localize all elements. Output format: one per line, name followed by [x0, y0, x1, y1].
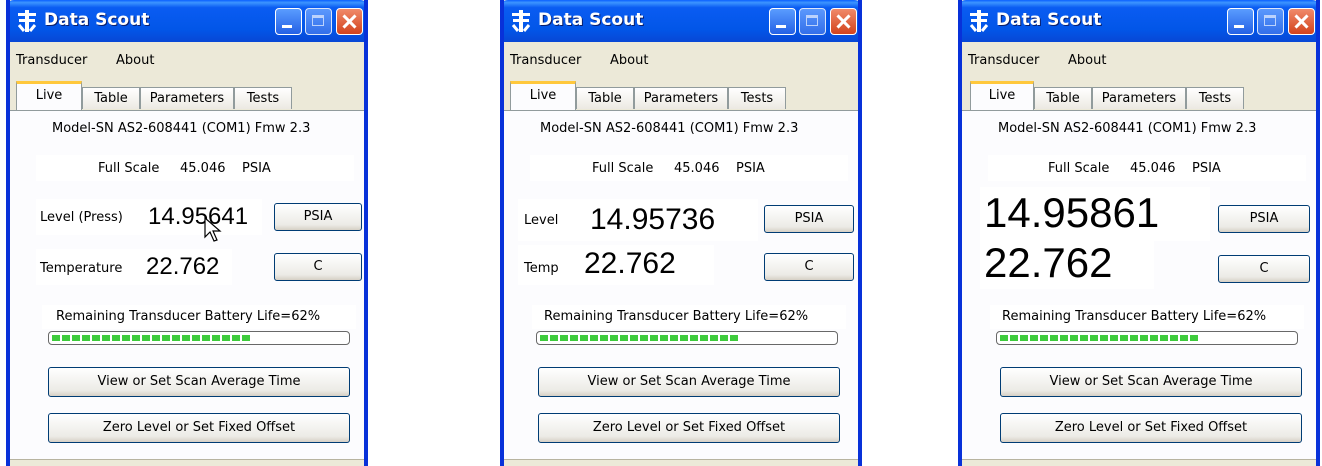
status-strip: [962, 459, 1316, 466]
temp-label: Temp: [524, 261, 559, 276]
tab-strip: Live Table Parameters Tests: [962, 78, 1316, 110]
battery-progress-bar: [536, 331, 838, 345]
full-scale-value: 45.046: [1130, 161, 1176, 176]
maximize-button[interactable]: [1257, 8, 1284, 35]
temp-value: 22.762: [584, 247, 676, 280]
level-label: Level (Press): [40, 210, 123, 225]
window-title: Data Scout: [44, 10, 150, 30]
tab-table[interactable]: Table: [576, 87, 634, 109]
level-unit-button[interactable]: PSIA: [274, 203, 362, 231]
tab-tests[interactable]: Tests: [1186, 87, 1244, 109]
tab-strip: Live Table Parameters Tests: [10, 78, 364, 110]
status-strip: [504, 459, 858, 466]
data-scout-window-3: Data Scout Transducer About Live Table P…: [958, 0, 1320, 466]
tab-parameters[interactable]: Parameters: [1092, 87, 1186, 109]
scan-average-button[interactable]: View or Set Scan Average Time: [538, 367, 840, 397]
menu-about[interactable]: About: [116, 53, 154, 68]
battery-progress-fill: [1000, 335, 1200, 341]
data-scout-window-2: Data Scout Transducer About Live Table P…: [500, 0, 862, 466]
tab-table[interactable]: Table: [82, 87, 140, 109]
menu-bar: Transducer About: [504, 42, 858, 74]
level-value: 14.95641: [148, 203, 249, 230]
title-bar[interactable]: Data Scout: [962, 0, 1316, 42]
menu-transducer[interactable]: Transducer: [510, 53, 581, 68]
battery-progress-fill: [540, 335, 740, 341]
minimize-button[interactable]: [275, 8, 302, 35]
battery-text: Remaining Transducer Battery Life=62%: [544, 309, 809, 324]
ysi-logo-icon: [511, 10, 531, 32]
ysi-logo-icon: [969, 10, 989, 32]
tab-live[interactable]: Live: [970, 81, 1034, 110]
full-scale-unit: PSIA: [736, 161, 765, 176]
maximize-button[interactable]: [305, 8, 332, 35]
temp-unit-button[interactable]: C: [1218, 255, 1310, 283]
menu-about[interactable]: About: [610, 53, 648, 68]
tab-parameters[interactable]: Parameters: [140, 87, 234, 109]
full-scale-label: Full Scale: [98, 161, 160, 176]
status-strip: [10, 459, 364, 466]
battery-progress-bar: [996, 331, 1298, 345]
scan-average-button[interactable]: View or Set Scan Average Time: [1000, 367, 1302, 397]
level-value: 14.95861: [984, 189, 1160, 236]
window-title: Data Scout: [996, 10, 1102, 30]
battery-progress-bar: [48, 331, 350, 345]
temp-label: Temperature: [40, 261, 123, 276]
temp-value: 22.762: [984, 239, 1113, 286]
minimize-button[interactable]: [769, 8, 796, 35]
maximize-button[interactable]: [799, 8, 826, 35]
scan-average-button[interactable]: View or Set Scan Average Time: [48, 367, 350, 397]
menu-transducer[interactable]: Transducer: [16, 53, 87, 68]
full-scale-value: 45.046: [180, 161, 226, 176]
live-panel: Model-SN AS2-608441 (COM1) Fmw 2.3 Full …: [962, 110, 1316, 466]
zero-level-button[interactable]: Zero Level or Set Fixed Offset: [538, 413, 840, 443]
tab-live[interactable]: Live: [510, 81, 576, 110]
battery-text: Remaining Transducer Battery Life=62%: [1002, 309, 1267, 324]
level-label: Level: [524, 213, 559, 228]
tab-tests[interactable]: Tests: [234, 87, 292, 109]
title-bar[interactable]: Data Scout: [10, 0, 364, 42]
temp-unit-button[interactable]: C: [764, 253, 854, 281]
full-scale-label: Full Scale: [592, 161, 654, 176]
level-unit-button[interactable]: PSIA: [764, 205, 854, 233]
temp-value: 22.762: [146, 253, 220, 280]
tab-live[interactable]: Live: [16, 81, 82, 110]
zero-level-button[interactable]: Zero Level or Set Fixed Offset: [1000, 413, 1302, 443]
level-unit-button[interactable]: PSIA: [1218, 205, 1310, 233]
battery-text: Remaining Transducer Battery Life=62%: [56, 309, 321, 324]
menu-bar: Transducer About: [962, 42, 1316, 74]
menu-transducer[interactable]: Transducer: [968, 53, 1039, 68]
minimize-button[interactable]: [1227, 8, 1254, 35]
model-info: Model-SN AS2-608441 (COM1) Fmw 2.3: [998, 121, 1257, 136]
ysi-logo-icon: [17, 10, 37, 32]
level-value: 14.95736: [590, 203, 716, 236]
temp-unit-button[interactable]: C: [274, 253, 362, 281]
mouse-cursor-icon: [204, 217, 222, 242]
close-button[interactable]: [1288, 8, 1315, 35]
menu-bar: Transducer About: [10, 42, 364, 74]
window-title: Data Scout: [538, 10, 644, 30]
battery-progress-fill: [52, 335, 252, 341]
title-bar[interactable]: Data Scout: [504, 0, 858, 42]
data-scout-window-1: Data Scout Transducer About Live Table P…: [6, 0, 368, 466]
full-scale-value: 45.046: [674, 161, 720, 176]
model-info: Model-SN AS2-608441 (COM1) Fmw 2.3: [52, 121, 311, 136]
full-scale-unit: PSIA: [242, 161, 271, 176]
zero-level-button[interactable]: Zero Level or Set Fixed Offset: [48, 413, 350, 443]
live-panel: Model-SN AS2-608441 (COM1) Fmw 2.3 Full …: [504, 110, 858, 466]
full-scale-unit: PSIA: [1192, 161, 1221, 176]
tab-strip: Live Table Parameters Tests: [504, 78, 858, 110]
close-button[interactable]: [830, 8, 857, 35]
full-scale-label: Full Scale: [1048, 161, 1110, 176]
tab-table[interactable]: Table: [1034, 87, 1092, 109]
tab-parameters[interactable]: Parameters: [634, 87, 728, 109]
model-info: Model-SN AS2-608441 (COM1) Fmw 2.3: [540, 121, 799, 136]
close-button[interactable]: [336, 8, 363, 35]
live-panel: Model-SN AS2-608441 (COM1) Fmw 2.3 Full …: [10, 110, 364, 466]
menu-about[interactable]: About: [1068, 53, 1106, 68]
tab-tests[interactable]: Tests: [728, 87, 786, 109]
